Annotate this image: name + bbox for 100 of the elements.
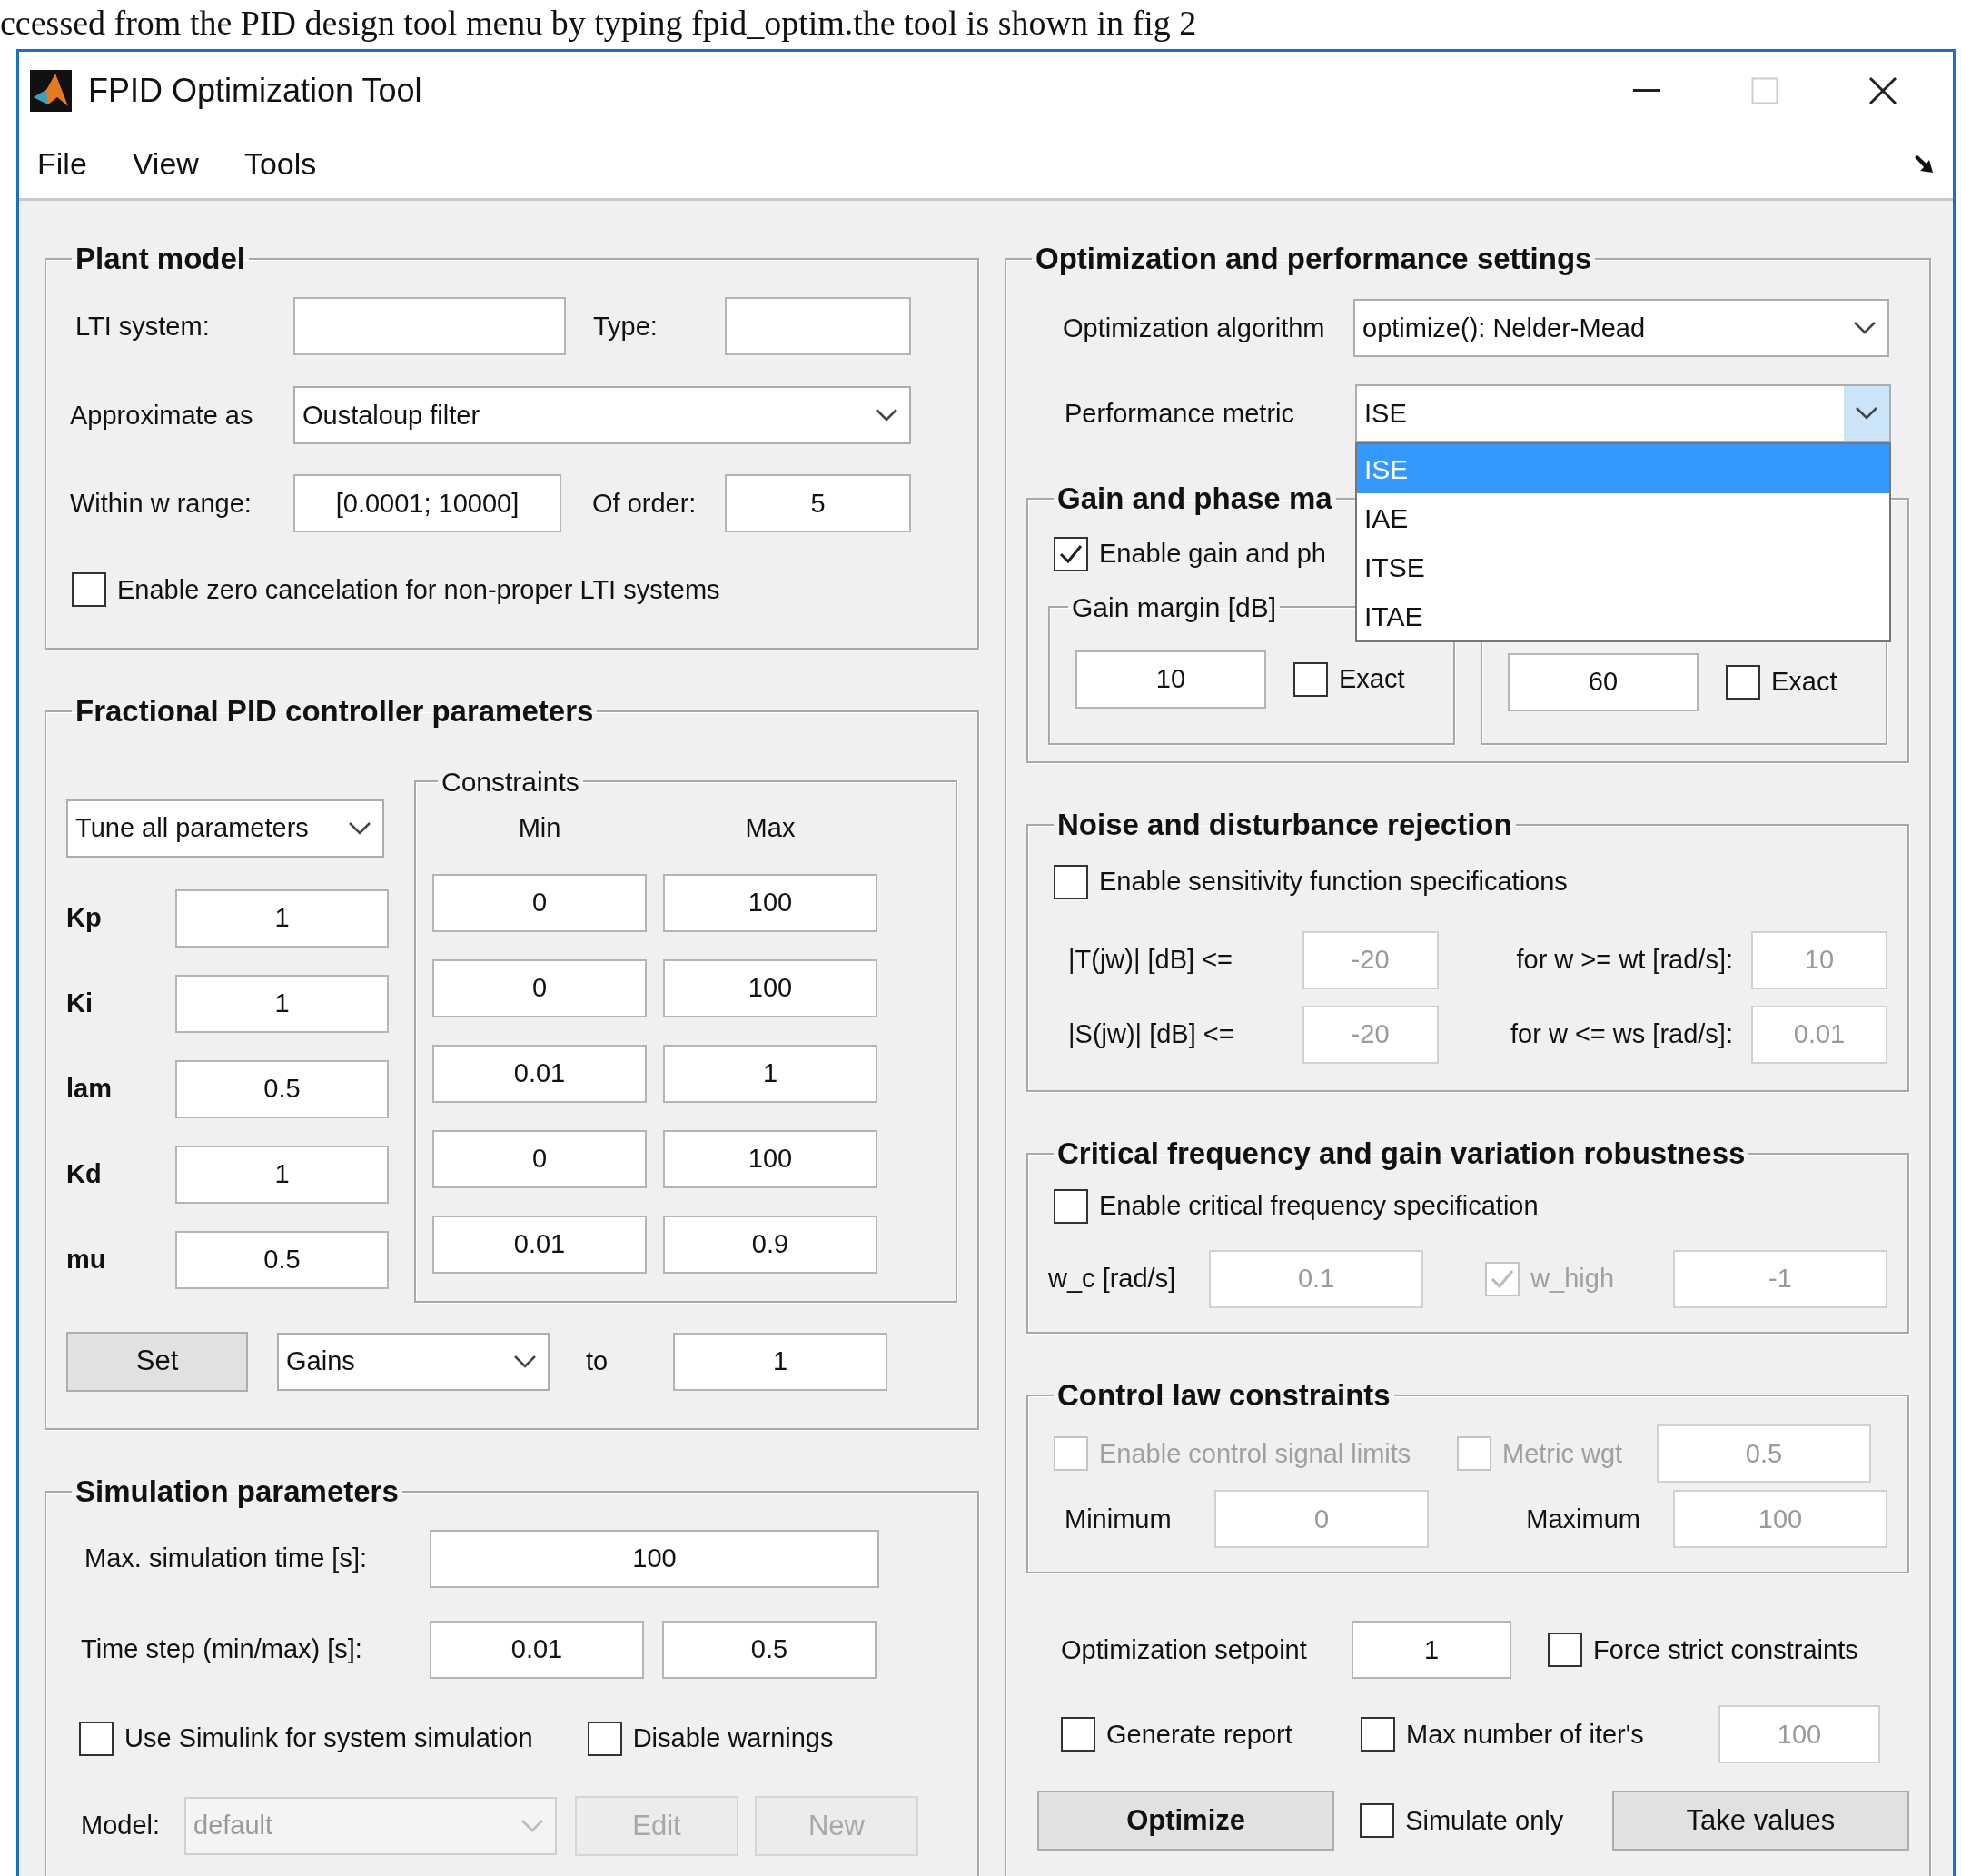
group-title: Noise and disturbance rejection bbox=[1056, 808, 1513, 841]
checkbox[interactable] bbox=[1548, 1633, 1582, 1668]
text-field[interactable]: 0.5 bbox=[175, 1059, 389, 1118]
text-field[interactable] bbox=[725, 297, 911, 356]
group-title: Critical frequency and gain variation robustness bbox=[1056, 1137, 1747, 1171]
text-field[interactable]: 1 bbox=[175, 888, 389, 948]
text-field[interactable]: [0.0001; 10000] bbox=[293, 474, 561, 533]
text-field[interactable]: 0.5 bbox=[175, 1230, 389, 1289]
field-label: Model: bbox=[80, 1810, 162, 1842]
checkbox[interactable] bbox=[1361, 1717, 1395, 1752]
checkbox[interactable] bbox=[1726, 664, 1760, 700]
field-label: Optimization setpoint bbox=[1061, 1633, 1308, 1666]
text-field[interactable]: 0.01 bbox=[432, 1044, 647, 1103]
text-field[interactable]: 1 bbox=[1352, 1621, 1511, 1680]
menu-item[interactable]: View bbox=[132, 141, 199, 187]
dropdown-option[interactable]: IAE bbox=[1357, 493, 1889, 543]
text-field[interactable] bbox=[293, 297, 566, 356]
field-label: Max bbox=[744, 811, 797, 844]
field-label: Exact bbox=[1771, 665, 1837, 698]
text-field[interactable]: 1 bbox=[673, 1332, 887, 1391]
chevron-down-icon bbox=[520, 1818, 544, 1833]
text-field[interactable]: 1 bbox=[663, 1044, 877, 1103]
field-label: w_high bbox=[1530, 1263, 1615, 1295]
menu-item[interactable]: File bbox=[37, 141, 87, 187]
group-title: Constraints bbox=[441, 766, 580, 797]
text-field[interactable]: 100 bbox=[663, 1129, 877, 1188]
chevron-down-icon bbox=[348, 820, 371, 836]
parameter-label: Kp bbox=[66, 901, 103, 934]
minimize-icon bbox=[1633, 89, 1660, 93]
checkbox[interactable] bbox=[1293, 661, 1328, 697]
field-label: w_c [rad/s] bbox=[1048, 1263, 1177, 1295]
text-field[interactable]: 0 bbox=[432, 958, 647, 1017]
set-button[interactable]: Set bbox=[66, 1331, 248, 1392]
checkbox[interactable] bbox=[587, 1721, 622, 1756]
check-mark-icon bbox=[1490, 1268, 1516, 1291]
text-field[interactable]: 0 bbox=[432, 1129, 647, 1188]
field-label: Enable zero cancelation for non-proper LTI systems bbox=[117, 573, 720, 606]
text-field[interactable]: 100 bbox=[663, 958, 877, 1017]
parameter-label: lam bbox=[66, 1072, 113, 1105]
dropdown-option[interactable]: ITAE bbox=[1357, 591, 1889, 641]
chevron-down-icon bbox=[513, 1354, 537, 1369]
parameter-label: Kd bbox=[66, 1157, 103, 1190]
field-label: |S(jw)| [dB] <= bbox=[1067, 1018, 1235, 1051]
optimize-button[interactable]: Optimize bbox=[1037, 1791, 1335, 1851]
field-label: Exact bbox=[1339, 662, 1405, 695]
checkbox[interactable] bbox=[79, 1721, 114, 1756]
field-label: Type: bbox=[593, 310, 659, 342]
dropdown[interactable]: optimize(): Nelder-Mead bbox=[1353, 299, 1889, 358]
group-title: Control law constraints bbox=[1056, 1379, 1392, 1413]
menu-item[interactable]: Tools bbox=[243, 141, 317, 187]
group-title: Gain and phase ma bbox=[1056, 482, 1333, 516]
checkbox[interactable] bbox=[1054, 536, 1088, 571]
field-label: LTI system: bbox=[74, 310, 211, 342]
checkbox[interactable] bbox=[1061, 1717, 1095, 1752]
text-field[interactable]: 100 bbox=[430, 1529, 879, 1588]
chevron-down-icon bbox=[1853, 321, 1877, 336]
field-label: Disable warnings bbox=[632, 1722, 834, 1755]
text-field[interactable]: 60 bbox=[1508, 652, 1699, 711]
group-title: Fractional PID controller parameters bbox=[74, 695, 595, 729]
dropdown[interactable]: ISE bbox=[1355, 384, 1891, 443]
body-text: ccessed from the PID design tool menu by typing fpid_optim.the tool is shown in fig 2 bbox=[0, 3, 1198, 44]
field-label: Enable sensitivity function specifications bbox=[1099, 866, 1568, 898]
text-field[interactable]: 10 bbox=[1075, 650, 1266, 709]
dropdown[interactable]: Gains bbox=[277, 1332, 550, 1391]
text-field[interactable]: 0.9 bbox=[663, 1215, 877, 1274]
field-label: |T(jw)| [dB] <= bbox=[1067, 944, 1234, 977]
checkbox[interactable] bbox=[72, 572, 106, 608]
text-field[interactable]: 0.01 bbox=[432, 1215, 647, 1274]
text-field[interactable]: 100 bbox=[663, 873, 877, 932]
field-label: Use Simulink for system simulation bbox=[124, 1722, 533, 1755]
dropdown-option[interactable]: ITSE bbox=[1357, 542, 1889, 592]
field-label: Optimization algorithm bbox=[1062, 312, 1326, 344]
app-logo-icon bbox=[30, 70, 72, 112]
field-label: for w <= ws [rad/s]: bbox=[1510, 1018, 1734, 1051]
field-label: Enable control signal limits bbox=[1099, 1437, 1411, 1470]
text-field[interactable]: 1 bbox=[175, 1145, 389, 1204]
dropdown[interactable]: Oustaloup filter bbox=[293, 386, 911, 445]
field-label: Minimum bbox=[1064, 1503, 1173, 1535]
check-mark-icon bbox=[1058, 542, 1084, 565]
field-label: for w >= wt [rad/s]: bbox=[1515, 944, 1734, 977]
take-values-button[interactable]: Take values bbox=[1611, 1791, 1909, 1851]
checkbox[interactable] bbox=[1360, 1803, 1395, 1839]
group-title: Optimization and performance settings bbox=[1035, 243, 1593, 276]
text-field[interactable]: 0 bbox=[432, 873, 647, 932]
arrow-icon bbox=[1913, 154, 1935, 174]
field-label: Performance metric bbox=[1064, 397, 1295, 430]
text-field[interactable]: 0.5 bbox=[662, 1620, 877, 1679]
field-label: Force strict constraints bbox=[1593, 1633, 1858, 1666]
field-label: Simulate only bbox=[1405, 1804, 1564, 1837]
text-field[interactable]: 0.01 bbox=[430, 1620, 644, 1679]
text-field[interactable]: 5 bbox=[725, 474, 911, 533]
dropdown[interactable]: Tune all parameters bbox=[66, 799, 384, 858]
text-field[interactable]: 1 bbox=[175, 974, 389, 1033]
field-label: Time step (min/max) [s]: bbox=[80, 1633, 363, 1666]
field-label: Maximum bbox=[1525, 1503, 1641, 1535]
field-label: Min bbox=[517, 811, 562, 844]
parameter-label: Ki bbox=[66, 987, 94, 1019]
maximize-icon bbox=[1751, 77, 1778, 104]
field-label: Enable gain and ph bbox=[1099, 537, 1326, 570]
field-label: to bbox=[586, 1345, 609, 1377]
